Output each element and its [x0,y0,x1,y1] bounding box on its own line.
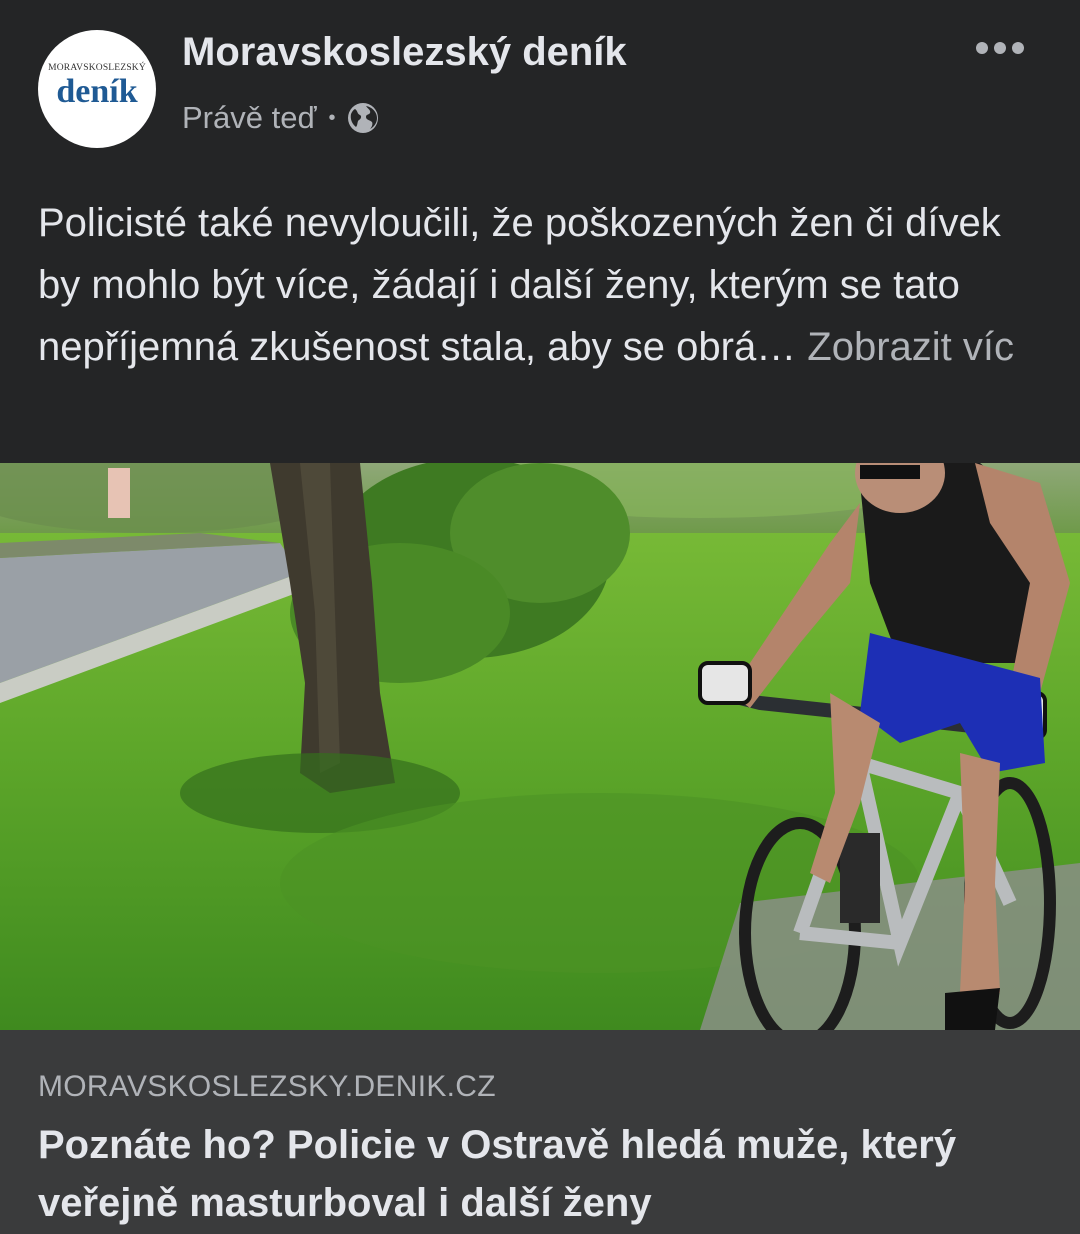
more-horizontal-icon [976,42,988,54]
see-more-link[interactable]: Zobrazit víc [807,325,1014,369]
link-title[interactable]: Poznáte ho? Policie v Ostravě hledá muže… [38,1116,1048,1232]
post-meta: Právě teď • [182,98,380,138]
more-options-button[interactable] [976,36,1024,60]
cyclist-photo [0,463,1080,1030]
more-horizontal-icon [1012,42,1024,54]
meta-separator: • [328,106,336,129]
avatar-logo-text: deník [56,73,138,110]
link-preview-footer[interactable]: MORAVSKOSLEZSKY.DENIK.CZ Poznáte ho? Pol… [0,1030,1080,1234]
post-text: Policisté také nevyloučili, že poškozený… [38,192,1048,378]
link-preview-image[interactable] [0,463,1080,1030]
page-avatar[interactable]: MORAVSKOSLEZSKÝ deník [38,30,156,148]
post-header: MORAVSKOSLEZSKÝ deník Moravskoslezský de… [0,0,1080,160]
page-name[interactable]: Moravskoslezský deník [182,30,627,75]
avatar-logo-small-text: MORAVSKOSLEZSKÝ [48,63,146,73]
link-domain: MORAVSKOSLEZSKY.DENIK.CZ [38,1070,496,1103]
globe-icon[interactable] [346,101,380,135]
post-timestamp[interactable]: Právě teď [182,100,317,136]
more-horizontal-icon [994,42,1006,54]
